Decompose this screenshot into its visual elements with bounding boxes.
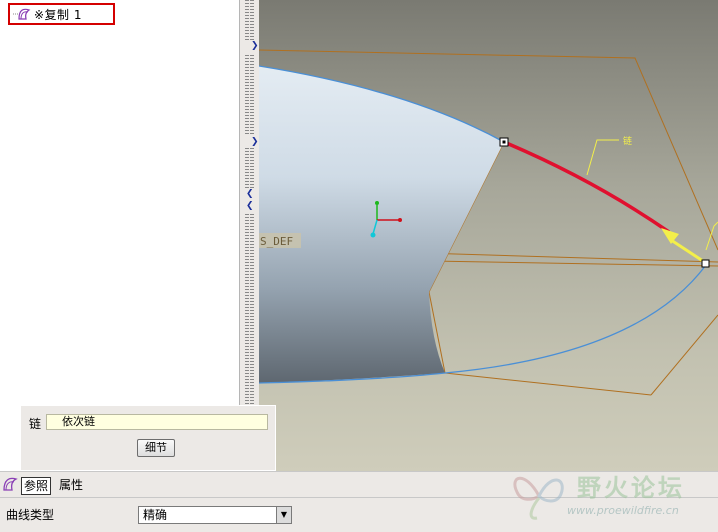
callout-leader [586, 139, 718, 251]
tab-properties[interactable]: 属性 [57, 477, 85, 493]
surface-patch[interactable] [259, 66, 504, 383]
tab-references[interactable]: 参照 [21, 477, 52, 495]
collapse-left-icon-2[interactable]: ❮ [246, 202, 254, 211]
collapse-left-icon[interactable]: ❮ [246, 190, 254, 199]
details-button[interactable]: 细节 [137, 439, 175, 457]
grip-top-2 [250, 0, 254, 40]
tree-item-copy[interactable]: ※复制 1 [8, 3, 115, 25]
watermark-url: www.proewildfire.cn [567, 504, 679, 517]
callout-label: 链 [623, 135, 632, 147]
chain-collector-field[interactable]: 依次链 [46, 414, 268, 430]
copy-feature-icon [3, 477, 18, 491]
expand-right-icon[interactable]: ❯ [251, 42, 259, 51]
expand-right-icon-2[interactable]: ❯ [251, 138, 259, 147]
grip-lower [245, 148, 249, 188]
selected-chain-edge[interactable] [503, 140, 670, 234]
grip-top [245, 0, 249, 40]
grip-mid-2 [250, 55, 254, 135]
watermark-title: 野火论坛 [577, 474, 685, 502]
model-tree: ※复制 1 [0, 0, 239, 465]
direction-arrow[interactable] [661, 228, 707, 265]
graphics-viewport[interactable]: 链 S_DEF [259, 0, 718, 471]
chevron-down-icon[interactable]: ▼ [276, 507, 291, 523]
grip-lower-2 [250, 148, 254, 188]
handle-dot [502, 140, 506, 144]
copy-feature-icon [13, 8, 31, 20]
csys-label: S_DEF [260, 235, 293, 248]
model-canvas[interactable]: 链 S_DEF [259, 0, 718, 471]
tree-item-label: ※复制 1 [34, 7, 83, 22]
curve-type-select[interactable]: 精确 ▼ [138, 506, 292, 524]
curve-type-value: 精确 [143, 508, 168, 522]
chain-label: 链 [29, 417, 42, 431]
chain-end-handle[interactable] [701, 259, 710, 268]
curve-type-label: 曲线类型 [6, 508, 55, 522]
butterfly-logo-icon [513, 476, 564, 520]
panel-splitter[interactable]: ❯ ❯ ❮ ❮ [239, 0, 259, 465]
forum-watermark: 野火论坛 www.proewildfire.cn [505, 462, 718, 528]
grip-mid [245, 55, 249, 135]
chain-panel: 链 依次链 细节 [20, 405, 276, 471]
